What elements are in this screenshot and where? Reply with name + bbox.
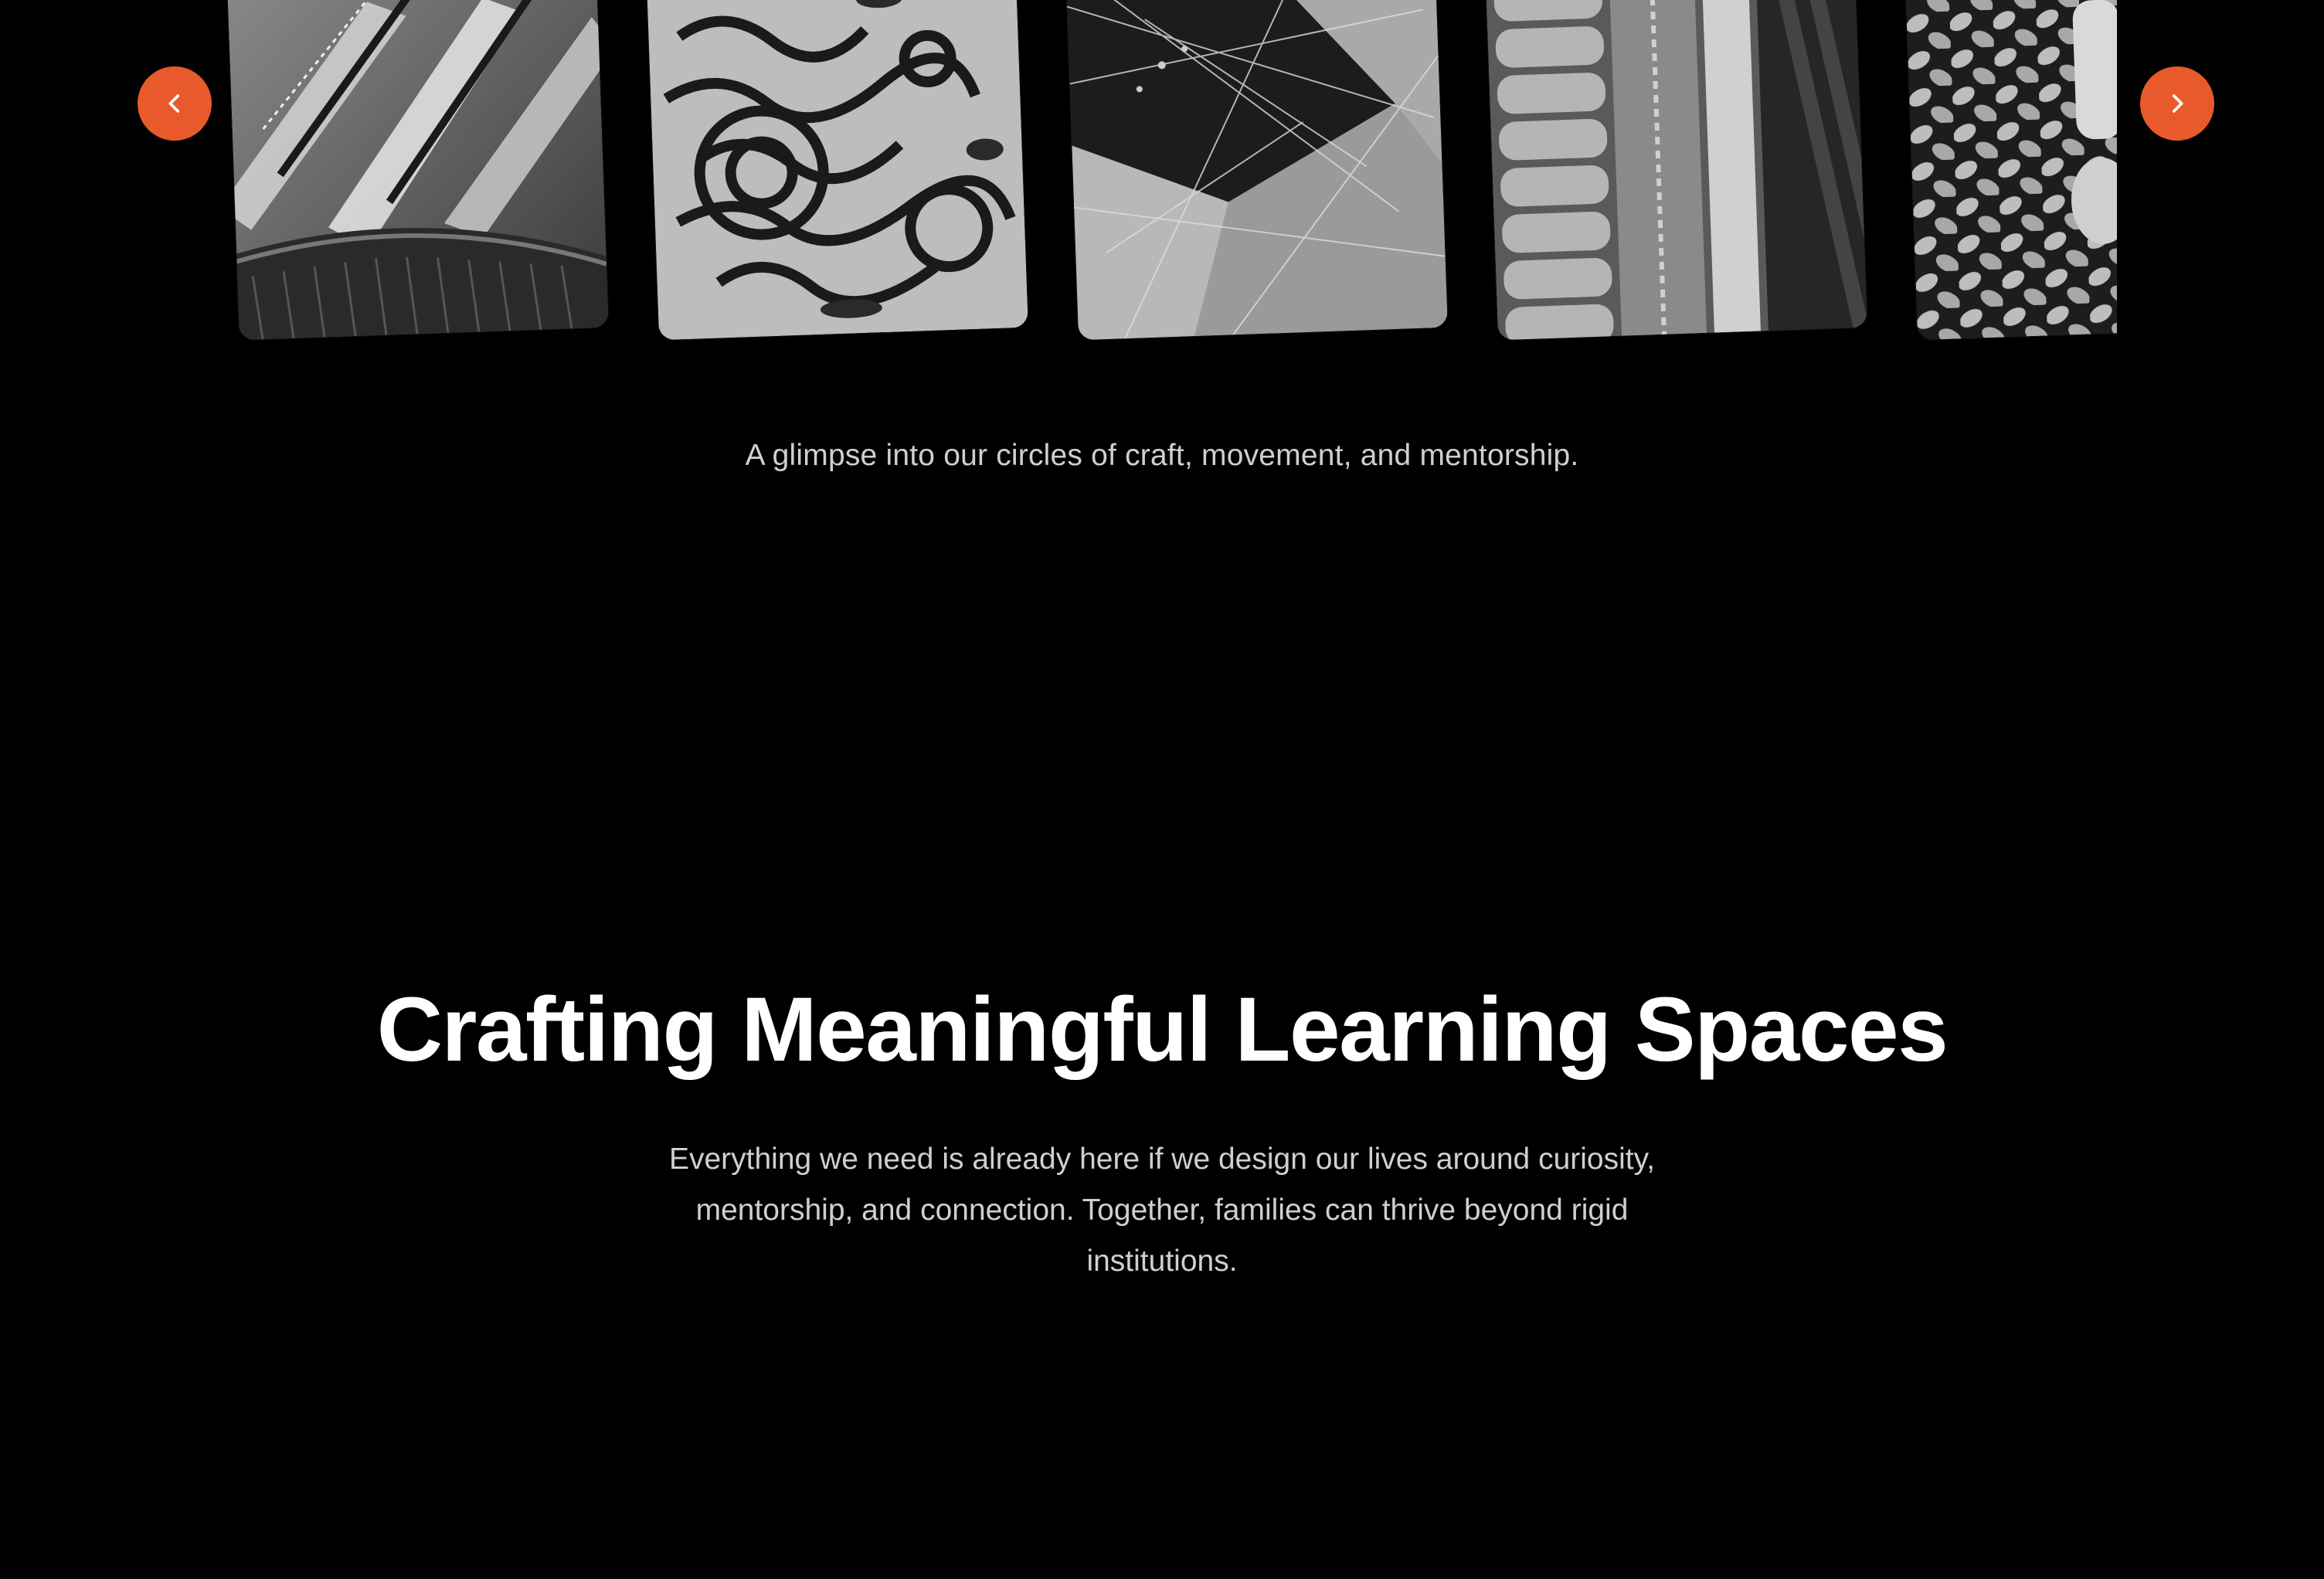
carousel-prev-button[interactable] xyxy=(138,66,212,141)
carousel-track[interactable] xyxy=(224,0,2117,348)
carousel-image-3[interactable] xyxy=(1065,0,1448,341)
carousel-next-button[interactable] xyxy=(2140,66,2214,141)
carousel-image-5[interactable] xyxy=(1904,0,2117,341)
carousel-caption: A glimpse into our circles of craft, mov… xyxy=(745,439,1579,472)
image-carousel xyxy=(0,0,2324,348)
chevron-right-icon xyxy=(2172,94,2183,113)
carousel-image-4[interactable] xyxy=(1485,0,1867,341)
chevron-left-icon xyxy=(168,94,180,113)
section-title: Crafting Meaningful Learning Spaces xyxy=(376,979,1949,1081)
carousel-image-2[interactable] xyxy=(646,0,1028,341)
section-body: Everything we need is already here if we… xyxy=(668,1143,1656,1278)
carousel-image-1[interactable] xyxy=(226,0,609,341)
